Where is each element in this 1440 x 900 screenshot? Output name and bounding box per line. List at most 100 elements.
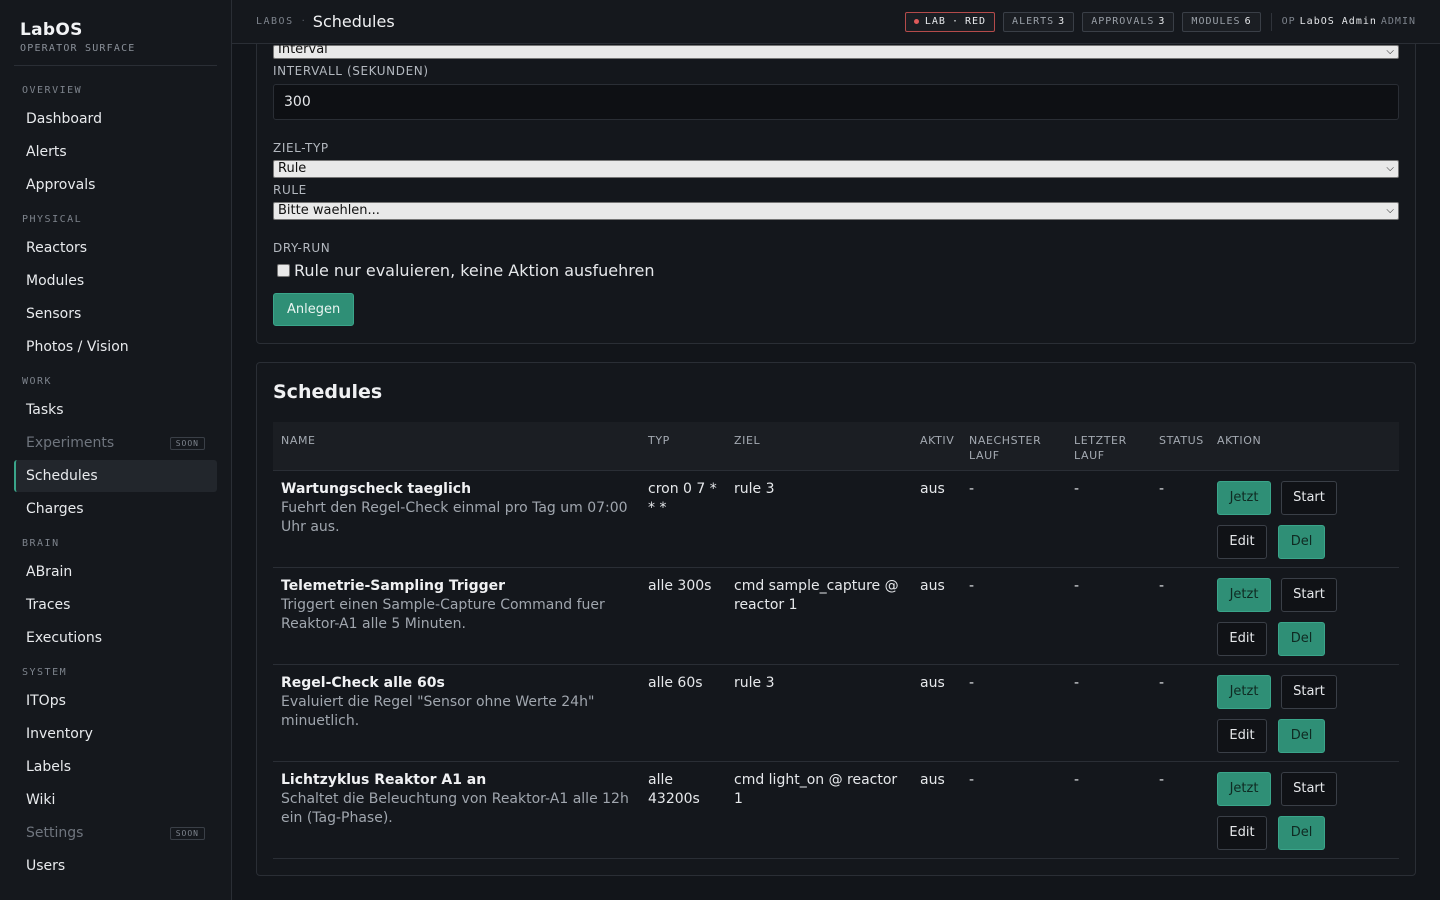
soon-badge: SOON [169,436,205,450]
soon-badge: SOON [169,826,205,840]
column-header-last-line2: LAUF [1074,449,1105,462]
sidebar-item-itops[interactable]: ITOps [14,685,217,717]
modules-count: 6 [1244,15,1252,27]
alerts-badge[interactable]: ALERTS 3 [1003,11,1075,32]
target-type-select[interactable]: Rule ⌵ [273,160,1399,178]
sidebar-item-wiki[interactable]: Wiki [14,784,217,816]
sidebar-item-alerts[interactable]: Alerts [14,136,217,168]
schedule-target-line1: cmd sample_capture @ [734,578,899,594]
column-header-aktiv: AKTIV [920,434,955,447]
approvals-label: APPROVALS [1091,15,1155,27]
operator-info[interactable]: OP LabOS Admin ADMIN [1282,16,1416,27]
schedule-status: - [1159,481,1165,497]
sidebar-item-schedules[interactable]: Schedules [14,460,217,492]
chevron-down-icon: ⌵ [1386,46,1394,57]
table-row: Lichtzyklus Reaktor A1 an Schaltet die B… [273,762,1399,859]
operator-name: LabOS Admin [1299,16,1377,27]
delete-button[interactable]: Del [1278,525,1325,559]
column-header-next-run: NAECHSTER LAUF [969,433,1041,463]
schedule-next-run: - [969,772,975,788]
delete-button[interactable]: Del [1278,622,1325,656]
sidebar-item-label: Settings [26,825,84,841]
sidebar-item-dashboard[interactable]: Dashboard [14,103,217,135]
dryrun-checkbox[interactable] [277,264,290,277]
sidebar-item-executions[interactable]: Executions [14,622,217,654]
rule-select[interactable]: Bitte waehlen... ⌵ [273,202,1399,220]
column-header-aktion: AKTION [1217,434,1262,447]
target-type-value: Rule [278,161,307,176]
sidebar-item-approvals[interactable]: Approvals [14,169,217,201]
run-now-button[interactable]: Jetzt [1217,772,1271,806]
schedule-status: - [1159,675,1165,691]
schedule-type-cell: cron 0 7 * * * [648,480,728,518]
modules-badge[interactable]: MODULES 6 [1182,11,1261,32]
schedule-type-cell: alle 300s [648,577,728,596]
start-button[interactable]: Start [1281,481,1337,515]
sidebar-item-label: Sensors [26,306,82,322]
sidebar-item-tasks[interactable]: Tasks [14,394,217,426]
top-bar: LABOS · Schedules LAB · RED ALERTS 3 APPR… [232,0,1440,44]
schedule-description: Triggert einen Sample-Capture Command fu… [281,597,605,632]
sidebar-item-users[interactable]: Users [14,850,217,882]
nav-section-work: WORK [22,376,53,387]
run-now-button[interactable]: Jetzt [1217,578,1271,612]
chevron-down-icon: ⌵ [1386,205,1394,216]
sidebar-item-labels[interactable]: Labels [14,751,217,783]
schedule-next-run: - [969,481,975,497]
column-header-last-line1: LETZTER [1074,434,1127,447]
sidebar-item-inventory[interactable]: Inventory [14,718,217,750]
sidebar-item-abrain[interactable]: ABrain [14,556,217,588]
lab-value: RED [964,15,987,27]
schedule-name-cell: Regel-Check alle 60s Evaluiert die Regel… [281,674,631,731]
edit-button[interactable]: Edit [1217,719,1267,753]
status-bar: LAB · RED ALERTS 3 APPROVALS 3 MODULES 6 OP… [904,11,1416,32]
sidebar-item-settings[interactable]: Settings SOON [14,817,217,849]
sidebar-item-label: Charges [26,501,84,517]
sidebar-item-label: Dashboard [26,111,102,127]
sidebar-item-sensors[interactable]: Sensors [14,298,217,330]
sidebar-item-experiments[interactable]: Experiments SOON [14,427,217,459]
start-button[interactable]: Start [1281,675,1337,709]
rule-label: RULE [273,183,307,197]
approvals-badge[interactable]: APPROVALS 3 [1082,11,1175,32]
app-title: LabOS [20,20,83,40]
create-button[interactable]: Anlegen [273,293,355,326]
sidebar-item-charges[interactable]: Charges [14,493,217,525]
column-header-name: NAME [281,434,316,447]
sidebar-item-photos-vision[interactable]: Photos / Vision [14,331,217,363]
schedule-name: Lichtzyklus Reaktor A1 an [281,772,487,788]
sidebar-item-traces[interactable]: Traces [14,589,217,621]
edit-button[interactable]: Edit [1217,816,1267,850]
sidebar-item-reactors[interactable]: Reactors [14,232,217,264]
sidebar-item-label: Inventory [26,726,93,742]
start-button[interactable]: Start [1281,772,1337,806]
schedule-type-line1: alle [648,772,673,788]
chevron-down-icon: ⌵ [1386,163,1394,174]
brand: LabOS OPERATOR SURFACE [14,0,217,66]
delete-button[interactable]: Del [1278,816,1325,850]
run-now-button[interactable]: Jetzt [1217,481,1271,515]
start-button[interactable]: Start [1281,578,1337,612]
run-now-button[interactable]: Jetzt [1217,675,1271,709]
sidebar-item-label: Experiments [26,435,115,451]
sidebar-item-label: Schedules [26,468,98,484]
sidebar-item-modules[interactable]: Modules [14,265,217,297]
schedule-active: aus [920,675,945,691]
dryrun-option: Rule nur evaluieren, keine Aktion ausfue… [277,261,654,280]
delete-button[interactable]: Del [1278,719,1325,753]
schedules-table: NAME TYP ZIEL AKTIV NAECHSTER LAUF LETZTE… [273,422,1399,859]
dryrun-label: DRY-RUN [273,241,331,255]
alerts-count: 3 [1058,15,1066,27]
schedule-target-line1: cmd light_on @ reactor 1 [734,772,898,807]
sidebar-item-label: Reactors [26,240,88,256]
lab-badge[interactable]: LAB · RED [904,11,996,32]
edit-button[interactable]: Edit [1217,622,1267,656]
edit-button[interactable]: Edit [1217,525,1267,559]
schedule-name-cell: Wartungscheck taeglich Fuehrt den Regel-… [281,480,631,537]
target-type-label: ZIEL-TYP [273,141,329,155]
interval-input[interactable]: 300 [273,84,1399,120]
schedule-target-cell: rule 3 [734,480,909,499]
schedule-type-select[interactable]: Interval ⌵ [273,45,1399,59]
schedules-card: Schedules NAME TYP ZIEL AKTIV NAECHSTER L… [256,362,1416,876]
breadcrumb-root[interactable]: LABOS [256,16,294,27]
